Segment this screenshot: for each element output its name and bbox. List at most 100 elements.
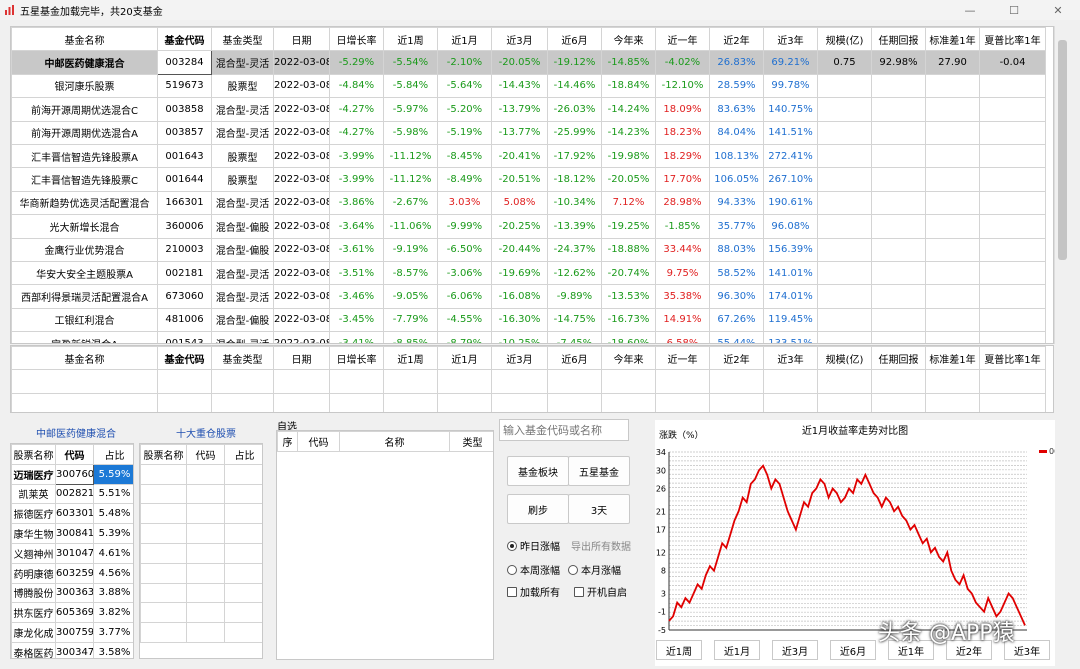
column-header[interactable]: 近1周: [383, 27, 438, 52]
holding-row[interactable]: 泰格医药 300347 3.58%: [11, 641, 133, 658]
holding-row[interactable]: 迈瑞医疗 300760 5.59%: [11, 463, 133, 485]
checkbox-autostart[interactable]: 开机自启: [574, 584, 627, 599]
column-header[interactable]: 基金代码: [157, 27, 212, 52]
column-header[interactable]: 今年来: [601, 346, 656, 371]
column-header[interactable]: 规模(亿): [817, 27, 872, 52]
empty-cell: [655, 392, 710, 412]
period-button[interactable]: 近3月: [772, 640, 818, 660]
column-header[interactable]: 近2年: [709, 346, 764, 371]
fund-row[interactable]: 工银红利混合 481006 混合型-偏股 2022-03-08 -3.45% -7.79%…: [11, 307, 1046, 333]
column-header[interactable]: 近1月: [437, 346, 492, 371]
period-button[interactable]: 近6月: [830, 640, 876, 660]
column-header[interactable]: 近1周: [383, 346, 438, 371]
holding-cell: 3.58%: [93, 641, 133, 658]
column-header[interactable]: 近6月: [547, 27, 602, 52]
column-header[interactable]: 日期: [273, 27, 330, 52]
search-input[interactable]: [499, 419, 629, 441]
fund-cell: 前海开源周期优选混合C: [11, 97, 158, 122]
empty-cell: [925, 392, 980, 412]
fund-row[interactable]: 中邮医药健康混合 003284 混合型-灵活 2022-03-08 -5.29% -5.5…: [11, 50, 1046, 75]
fund-table[interactable]: 基金名称 基金代码 基金类型 日期 日增长率 近1周 近1月 近3月 近6月 今年来 近一年 近2年近…: [10, 26, 1054, 344]
fund-cell: -4.27%: [329, 97, 384, 122]
column-header[interactable]: 日增长率: [329, 346, 384, 371]
fund-sector-button[interactable]: 基金板块: [507, 456, 569, 486]
holdings-table[interactable]: 股票名称 代码 占比 迈瑞医疗 300760 5.59% 凯莱英 002821 5.51% 振德医…: [10, 443, 134, 659]
fund-row[interactable]: 汇丰晋信智造先锋股票C 001644 股票型 2022-03-08 -3.99% -11.…: [11, 167, 1046, 192]
holding-row[interactable]: 义翘神州 301047 4.61%: [11, 542, 133, 564]
minimize-button[interactable]: —: [948, 0, 992, 20]
column-header[interactable]: 今年来: [601, 27, 656, 52]
selected-fund-link[interactable]: 中邮医药健康混合: [36, 425, 116, 440]
fund-cell: 金鹰行业优势混合: [11, 237, 158, 262]
column-header[interactable]: 近一年: [655, 27, 710, 52]
column-header[interactable]: 近3年: [763, 346, 818, 371]
top10-table[interactable]: 股票名称 代码 占比: [139, 443, 263, 659]
column-header[interactable]: 近3年: [763, 27, 818, 52]
column-header[interactable]: 近一年: [655, 346, 710, 371]
fund-cell: [979, 331, 1046, 343]
column-header[interactable]: 近3月: [491, 27, 548, 52]
column-header[interactable]: 任期回报: [871, 346, 926, 371]
step-button[interactable]: 刷步: [507, 494, 569, 524]
holding-row[interactable]: 博腾股份 300363 3.88%: [11, 582, 133, 604]
top10-holdings-link[interactable]: 十大重仓股票: [176, 425, 236, 440]
fund-cell: [979, 73, 1046, 99]
column-header[interactable]: 夏普比率1年: [979, 346, 1046, 371]
fund-row[interactable]: 金鹰行业优势混合 210003 混合型-偏股 2022-03-08 -3.61% -9.1…: [11, 237, 1046, 262]
radio-yesterday[interactable]: 昨日涨幅: [507, 538, 560, 553]
radio-month[interactable]: 本月涨幅: [568, 562, 621, 577]
compare-table[interactable]: 基金名称 基金代码 基金类型 日期 日增长率 近1周 近1月 近3月 近6月 今年来 近一年 近2年近…: [10, 345, 1054, 413]
period-button[interactable]: 近1周: [656, 640, 702, 660]
holding-row[interactable]: 康龙化成 300759 3.77%: [11, 622, 133, 643]
fund-cell: 银河康乐股票: [11, 73, 158, 99]
column-header[interactable]: 基金类型: [211, 27, 274, 52]
close-button[interactable]: ✕: [1036, 0, 1080, 20]
column-header[interactable]: 日期: [273, 346, 330, 371]
fund-table-scrollbar[interactable]: [1054, 26, 1070, 344]
period-button[interactable]: 近1月: [714, 640, 760, 660]
column-header[interactable]: 标准差1年: [925, 27, 980, 52]
holding-row[interactable]: 拱东医疗 605369 3.82%: [11, 602, 133, 624]
five-star-button[interactable]: 五星基金: [568, 456, 630, 486]
column-header[interactable]: 基金类型: [211, 346, 274, 371]
fund-cell: [925, 120, 980, 145]
column-header[interactable]: 基金名称: [11, 346, 158, 371]
holding-row[interactable]: 药明康德 603259 4.56%: [11, 562, 133, 584]
column-header[interactable]: 日增长率: [329, 27, 384, 52]
column-header[interactable]: 近2年: [709, 27, 764, 52]
fund-row[interactable]: 华商新趋势优选灵活配置混合 166301 混合型-灵活 2022-03-08 -3.86…: [11, 190, 1046, 216]
column-header[interactable]: 任期回报: [871, 27, 926, 52]
fund-cell: 6.58%: [655, 331, 710, 343]
column-header[interactable]: 近6月: [547, 346, 602, 371]
fund-cell: -20.44%: [491, 237, 548, 262]
column-header[interactable]: 近1月: [437, 27, 492, 52]
fund-row[interactable]: 光大新增长混合 360006 混合型-偏股 2022-03-08 -3.64% -11.0…: [11, 214, 1046, 239]
maximize-button[interactable]: ☐: [992, 0, 1036, 20]
fund-row[interactable]: 汇丰晋信智造先锋股票A 001643 股票型 2022-03-08 -3.99% -11.…: [11, 143, 1046, 169]
fund-row[interactable]: 西部利得景瑞灵活配置混合A 673060 混合型-灵活 2022-03-08 -3.46…: [11, 284, 1046, 309]
fund-cell: -11.12%: [383, 143, 438, 169]
holding-row[interactable]: 凯莱英 002821 5.51%: [11, 483, 133, 505]
fund-row[interactable]: 华安大安全主题股票A 002181 混合型-灵活 2022-03-08 -3.51% -8…: [11, 260, 1046, 286]
watchlist-table[interactable]: 序代码 名称 类型: [276, 430, 494, 660]
fund-row[interactable]: 前海开源周期优选混合A 003857 混合型-灵活 2022-03-08 -4.27% -…: [11, 120, 1046, 145]
fund-row[interactable]: 银河康乐股票 519673 股票型 2022-03-08 -4.84% -5.84% -5.…: [11, 73, 1046, 99]
days-button[interactable]: 3天: [568, 494, 630, 524]
export-all-button[interactable]: 导出所有数据: [571, 538, 631, 553]
column-header[interactable]: 夏普比率1年: [979, 27, 1046, 52]
radio-week[interactable]: 本周涨幅: [507, 562, 560, 577]
column-header[interactable]: 规模(亿): [817, 346, 872, 371]
holding-row[interactable]: 振德医疗 603301 5.48%: [11, 503, 133, 525]
fund-row[interactable]: 前海开源周期优选混合C 003858 混合型-灵活 2022-03-08 -4.27% -…: [11, 97, 1046, 122]
fund-cell: 001643: [157, 143, 212, 169]
fund-row[interactable]: 宝盈新锐混合A001543混合型-灵活2022-03-08-3.41%-8.85…: [11, 331, 1046, 343]
column-header[interactable]: 标准差1年: [925, 346, 980, 371]
column-header[interactable]: 基金名称: [11, 27, 158, 52]
checkbox-load-all[interactable]: 加载所有: [507, 584, 560, 599]
column-header[interactable]: 基金代码: [157, 346, 212, 371]
fund-cell: [925, 284, 980, 309]
fund-cell: -5.19%: [437, 120, 492, 145]
column-header[interactable]: 近3月: [491, 346, 548, 371]
holding-row[interactable]: 康华生物 300841 5.39%: [11, 523, 133, 544]
fund-cell: 混合型-灵活: [211, 50, 274, 75]
